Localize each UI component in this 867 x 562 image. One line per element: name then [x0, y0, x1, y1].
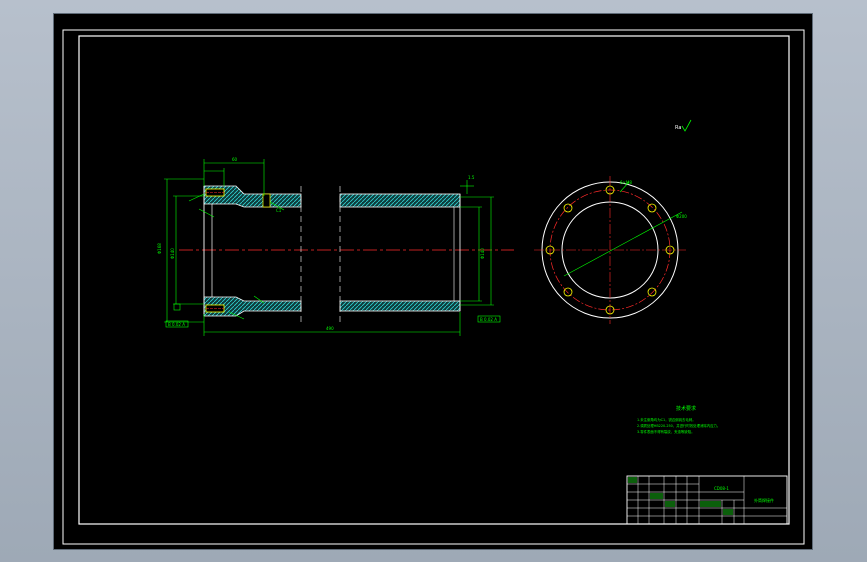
dim-overall-length: 490: [326, 326, 334, 331]
inner-border: [78, 35, 790, 525]
roughness-symbol: Ra: [675, 119, 692, 132]
dim-flange-height: 60: [232, 157, 238, 162]
technical-requirements: 技术要求 1.未注倒角均为C1，锐边倒钝去毛刺。 2.调质处理HB220-250…: [637, 405, 720, 434]
end-view: Φ200 6×M8: [534, 176, 687, 324]
svg-text:B 0.02 A: B 0.02 A: [168, 322, 185, 327]
dim-inner-diameter-left: Φ140: [170, 248, 175, 259]
tech-req-line-3: 3.零件表面不得有裂纹、夹渣等缺陷。: [637, 429, 694, 434]
tech-req-line-2: 2.调质处理HB220-250，并进行时效处理消除内应力。: [637, 423, 720, 428]
title-drawing-number: CD08-1: [714, 486, 729, 491]
dim-inner-diameter-right: Φ140: [480, 248, 485, 259]
title-part-name: 外筒焊接件: [754, 497, 774, 503]
outer-border: [62, 29, 805, 545]
title-block: CD08-1 外筒焊接件 1:1 45: [626, 475, 788, 525]
cad-drawing: Ra B 0.02 A B 0.02 A 490 Φ168 Φ140 Φ140 …: [62, 29, 805, 545]
dim-chamfer: C1: [276, 208, 282, 213]
top-wall-right: [339, 193, 461, 208]
svg-text:Ra: Ra: [675, 125, 681, 131]
cad-viewport[interactable]: Ra B 0.02 A B 0.02 A 490 Φ168 Φ140 Φ140 …: [54, 14, 812, 549]
datum-frame-right: B 0.02 A: [477, 315, 501, 323]
section-view: B 0.02 A B 0.02 A 490 Φ168 Φ140 Φ140 60 …: [157, 157, 514, 336]
tech-req-line-1: 1.未注倒角均为C1，锐边倒钝去毛刺。: [637, 417, 696, 422]
svg-text:Φ200: Φ200: [676, 214, 687, 219]
diameter-leader: [563, 211, 683, 277]
svg-text:B 0.02 A: B 0.02 A: [480, 317, 497, 322]
datum-frame-left: B 0.02 A: [165, 303, 189, 328]
dim-small-gap: 1.5: [468, 175, 475, 180]
dim-outer-diameter: Φ168: [157, 243, 162, 254]
tech-req-title: 技术要求: [676, 405, 696, 412]
svg-text:6×M8: 6×M8: [620, 180, 632, 185]
bottom-wall-right: [339, 300, 461, 312]
